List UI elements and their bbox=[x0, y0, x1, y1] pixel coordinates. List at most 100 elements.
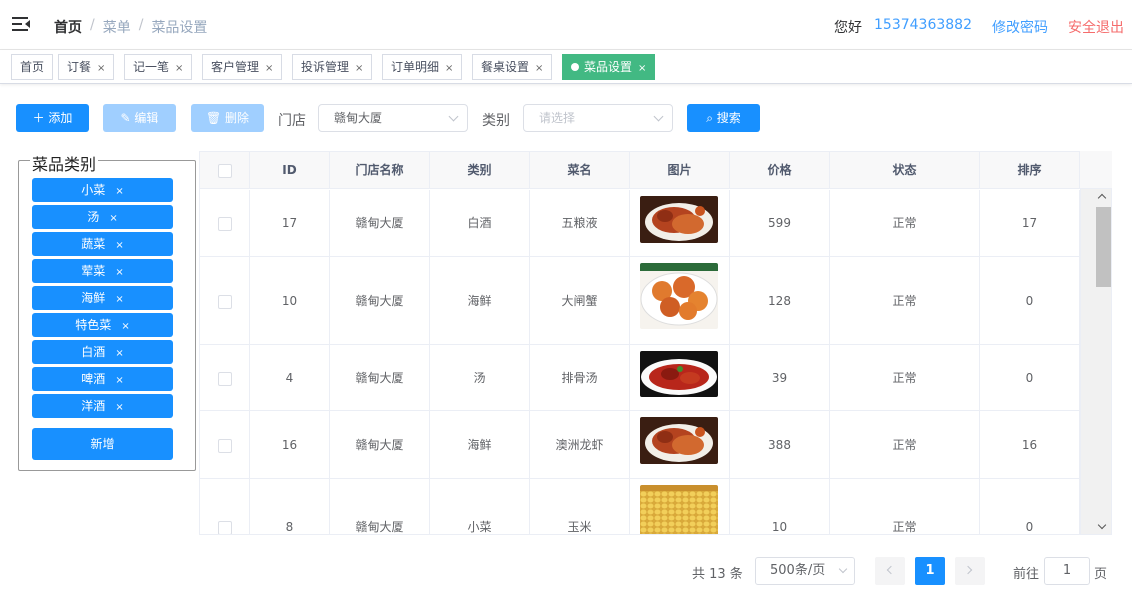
page-size-select[interactable]: 500条/页 bbox=[755, 557, 855, 585]
tag-dish-setting[interactable]: 菜品设置 × bbox=[562, 54, 656, 80]
close-icon[interactable]: × bbox=[115, 294, 123, 305]
store-select[interactable]: 赣甸大厦 bbox=[318, 104, 468, 132]
new-category-button[interactable]: 新增 bbox=[32, 428, 173, 460]
row-select[interactable] bbox=[200, 411, 250, 479]
cell-id: 17 bbox=[250, 190, 330, 257]
tag-customer[interactable]: 客户管理 × bbox=[202, 54, 283, 80]
close-icon[interactable]: × bbox=[535, 63, 543, 74]
chevron-up-icon[interactable] bbox=[1097, 193, 1107, 203]
close-icon[interactable]: × bbox=[115, 267, 123, 278]
checkbox[interactable] bbox=[217, 216, 232, 231]
row-select[interactable] bbox=[200, 345, 250, 411]
checkbox[interactable] bbox=[217, 163, 232, 178]
delete-button[interactable]: 🗑 删除 bbox=[191, 104, 264, 132]
table-scrollbar[interactable] bbox=[1080, 189, 1111, 534]
table-row[interactable]: 10 赣甸大厦 海鲜 大闸蟹 128 正常 0 bbox=[200, 257, 1080, 345]
close-icon[interactable]: × bbox=[109, 213, 117, 224]
hamburger-menu-icon[interactable] bbox=[12, 16, 30, 32]
search-button-label: 搜索 bbox=[716, 111, 741, 125]
category-tag-label: 小菜 bbox=[81, 183, 106, 197]
prev-page-button[interactable] bbox=[875, 557, 905, 585]
breadcrumb-home[interactable]: 首页 bbox=[54, 17, 82, 37]
tag-order-detail[interactable]: 订单明细 × bbox=[382, 54, 463, 80]
table-row[interactable]: 4 赣甸大厦 汤 排骨汤 39 正常 0 bbox=[200, 345, 1080, 411]
category-tag[interactable]: 小菜 × bbox=[32, 178, 173, 202]
close-icon[interactable]: × bbox=[175, 63, 183, 74]
store-select-value: 赣甸大厦 bbox=[334, 111, 383, 125]
checkbox[interactable] bbox=[217, 438, 232, 453]
row-select[interactable] bbox=[200, 190, 250, 257]
tag-home[interactable]: 首页 bbox=[11, 54, 54, 80]
next-page-button[interactable] bbox=[955, 557, 985, 585]
table-row[interactable]: 17 赣甸大厦 白酒 五粮液 599 正常 17 bbox=[200, 190, 1080, 257]
category-select[interactable]: 请选择 bbox=[523, 104, 673, 132]
add-button[interactable]: ＋ 添加 bbox=[16, 104, 89, 132]
header-store: 门店名称 bbox=[330, 152, 430, 189]
cell-name: 澳洲龙虾 bbox=[530, 411, 630, 479]
close-icon[interactable]: × bbox=[115, 240, 123, 251]
category-tag[interactable]: 洋酒 × bbox=[32, 394, 173, 418]
tag-label: 订餐 bbox=[67, 60, 92, 74]
category-panel-title: 菜品类别 bbox=[30, 151, 99, 175]
tag-complaint[interactable]: 投诉管理 × bbox=[292, 54, 373, 80]
row-select[interactable] bbox=[200, 257, 250, 345]
logout-link[interactable]: 安全退出 bbox=[1068, 17, 1124, 37]
cell-store: 赣甸大厦 bbox=[330, 190, 430, 257]
breadcrumb-current: 菜品设置 bbox=[151, 20, 208, 36]
header-image: 图片 bbox=[630, 152, 730, 189]
close-icon[interactable]: × bbox=[355, 63, 363, 74]
row-select[interactable] bbox=[200, 479, 250, 534]
table-row[interactable]: 8 赣甸大厦 小菜 玉米 10 正常 0 bbox=[200, 479, 1080, 534]
header-select-all[interactable] bbox=[200, 152, 250, 189]
close-icon[interactable]: × bbox=[265, 63, 273, 74]
tag-table-setting[interactable]: 餐桌设置 × bbox=[472, 54, 553, 80]
category-tag-label: 特色菜 bbox=[75, 318, 112, 332]
category-tag[interactable]: 汤 × bbox=[32, 205, 173, 229]
category-tag[interactable]: 白酒 × bbox=[32, 340, 173, 364]
edit-button[interactable]: ✎ 编辑 bbox=[103, 104, 176, 132]
page-number-current[interactable]: 1 bbox=[915, 557, 945, 585]
cell-price: 10 bbox=[730, 479, 830, 534]
checkbox[interactable] bbox=[217, 371, 232, 386]
chevron-down-icon[interactable] bbox=[1097, 520, 1107, 530]
dish-image bbox=[640, 196, 718, 243]
close-icon[interactable]: × bbox=[97, 63, 105, 74]
search-button[interactable]: ⌕ 搜索 bbox=[687, 104, 760, 132]
dish-image bbox=[640, 417, 718, 464]
tag-label: 餐桌设置 bbox=[481, 60, 530, 74]
checkbox[interactable] bbox=[217, 520, 232, 534]
close-icon[interactable]: × bbox=[115, 375, 123, 386]
table-row[interactable]: 16 赣甸大厦 海鲜 澳洲龙虾 388 正常 16 bbox=[200, 411, 1080, 479]
tag-note[interactable]: 记一笔 × bbox=[124, 54, 193, 80]
greeting-text: 您好 bbox=[834, 20, 863, 36]
header-name: 菜名 bbox=[530, 152, 630, 189]
category-tag-label: 汤 bbox=[87, 210, 100, 224]
change-password-link[interactable]: 修改密码 bbox=[992, 17, 1048, 37]
category-tag[interactable]: 特色菜 × bbox=[32, 313, 173, 337]
scrollbar-thumb[interactable] bbox=[1096, 207, 1111, 287]
cell-image bbox=[630, 345, 730, 411]
close-icon[interactable]: × bbox=[115, 186, 123, 197]
cell-status: 正常 bbox=[830, 190, 980, 257]
category-tag[interactable]: 荤菜 × bbox=[32, 259, 173, 283]
tag-label: 记一笔 bbox=[133, 60, 170, 74]
category-tag[interactable]: 啤酒 × bbox=[32, 367, 173, 391]
close-icon[interactable]: × bbox=[638, 63, 646, 74]
checkbox[interactable] bbox=[217, 294, 232, 309]
chevron-right-icon bbox=[963, 565, 973, 575]
cell-name: 大闸蟹 bbox=[530, 257, 630, 345]
pagination-total: 共 13 条 bbox=[692, 567, 743, 582]
plus-icon: ＋ bbox=[32, 111, 49, 125]
pencil-icon: ✎ bbox=[120, 111, 135, 125]
tag-order[interactable]: 订餐 × bbox=[58, 54, 115, 80]
cell-image bbox=[630, 190, 730, 257]
close-icon[interactable]: × bbox=[115, 348, 123, 359]
category-tag[interactable]: 海鲜 × bbox=[32, 286, 173, 310]
close-icon[interactable]: × bbox=[121, 321, 129, 332]
category-tag[interactable]: 蔬菜 × bbox=[32, 232, 173, 256]
close-icon[interactable]: × bbox=[445, 63, 453, 74]
cell-sort: 0 bbox=[980, 257, 1080, 345]
goto-page-input[interactable]: 1 bbox=[1044, 557, 1090, 585]
close-icon[interactable]: × bbox=[115, 402, 123, 413]
table-header: ID 门店名称 类别 菜名 图片 价格 状态 排序 bbox=[200, 152, 1111, 189]
